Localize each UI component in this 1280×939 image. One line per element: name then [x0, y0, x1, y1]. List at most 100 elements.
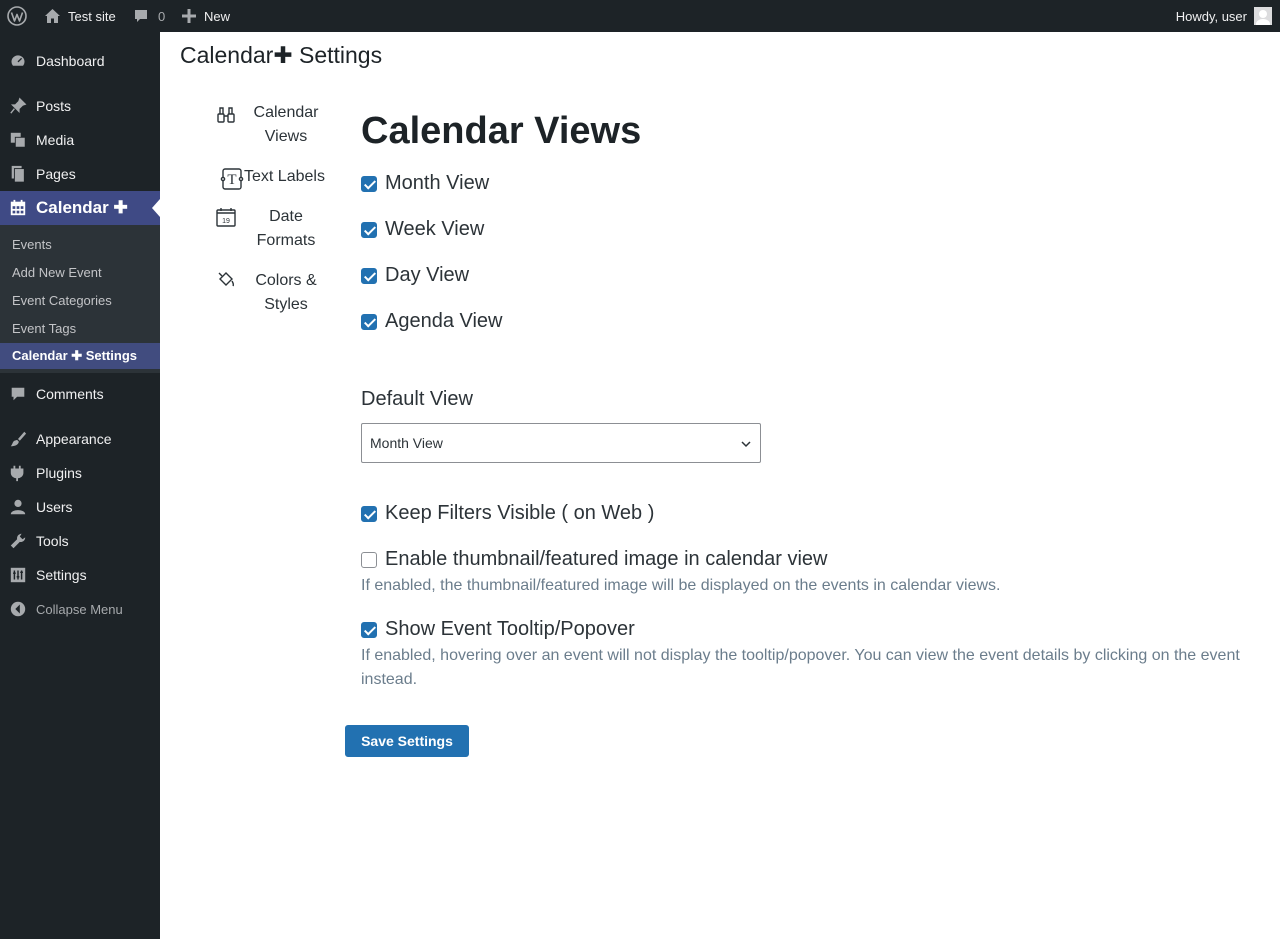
thumbnail-help-text: If enabled, the thumbnail/featured image… [361, 577, 1001, 594]
sidebar-item-label: Plugins [36, 465, 82, 481]
site-name-label: Test site [68, 8, 116, 24]
sidebar-item-appearance[interactable]: Appearance [0, 422, 160, 456]
sidebar-item-plugins[interactable]: Plugins [0, 456, 160, 490]
admin-sidebar: Dashboard Posts Media Pages Calendar ✚ E… [0, 32, 160, 939]
tooltip-option[interactable]: Show Event Tooltip/Popover [361, 618, 635, 641]
tooltip-checkbox[interactable] [361, 621, 377, 638]
calendar-icon [10, 199, 26, 216]
sidebar-item-label: Media [36, 132, 75, 148]
dashboard-icon [10, 54, 26, 68]
svg-text:T: T [227, 172, 236, 188]
option-label: Month View [385, 172, 490, 194]
sidebar-item-label: Pages [36, 166, 76, 182]
new-content-link[interactable]: New [182, 0, 230, 32]
save-settings-button[interactable]: Save Settings [345, 725, 469, 757]
keep-filters-option[interactable]: Keep Filters Visible ( on Web ) [361, 502, 654, 525]
paint-bucket-icon [218, 272, 235, 287]
sidebar-item-users[interactable]: Users [0, 490, 160, 524]
comment-icon [135, 10, 147, 22]
option-label: Show Event Tooltip/Popover [385, 618, 635, 640]
thumbnail-option[interactable]: Enable thumbnail/featured image in calen… [361, 548, 828, 571]
site-name-link[interactable]: Test site [44, 0, 116, 32]
sidebar-item-label: Posts [36, 98, 72, 114]
option-label: Enable thumbnail/featured image in calen… [385, 548, 828, 570]
date-calendar-icon: 19 [216, 208, 236, 227]
sidebar-item-posts[interactable]: Posts [0, 89, 160, 123]
sidebar-item-pages[interactable]: Pages [0, 157, 160, 191]
agenda-view-option[interactable]: Agenda View [361, 310, 503, 333]
plus-icon [182, 9, 196, 23]
admin-bar: Test site 0 New Howdy, user [0, 0, 1280, 32]
comment-icon [11, 387, 25, 401]
howdy-label: Howdy, user [1175, 8, 1247, 24]
new-label: New [204, 8, 231, 24]
media-icon [10, 132, 26, 148]
default-view-select[interactable]: Month View [361, 423, 761, 463]
pin-icon [10, 97, 27, 114]
wordpress-logo-icon[interactable] [7, 0, 27, 32]
week-view-checkbox[interactable] [361, 221, 377, 238]
avatar [1254, 7, 1272, 25]
tab-text-labels[interactable]: T Text Labels [220, 165, 325, 191]
page-title: Calendar✚ Settings [180, 42, 383, 68]
tab-label: Text Labels [244, 168, 325, 185]
text-labels-icon: T [220, 168, 244, 190]
account-menu[interactable]: Howdy, user [1176, 0, 1272, 32]
settings-icon [10, 567, 26, 583]
thumbnail-checkbox[interactable] [361, 551, 377, 568]
submenu-item-event-tags[interactable]: Event Tags [12, 321, 76, 336]
wrench-icon [10, 533, 26, 549]
tab-colors-styles[interactable]: Colors & Styles [216, 269, 332, 317]
month-view-checkbox[interactable] [361, 175, 377, 192]
sidebar-item-label: Tools [36, 533, 69, 549]
current-menu-arrow [152, 199, 160, 217]
tab-calendar-views[interactable]: Calendar Views [216, 101, 332, 149]
tab-label: Date Formats [256, 208, 316, 249]
binoculars-icon [217, 107, 235, 123]
sidebar-item-label: Calendar ✚ [36, 198, 128, 217]
option-label: Keep Filters Visible ( on Web ) [385, 502, 655, 524]
agenda-view-checkbox[interactable] [361, 313, 377, 330]
plugin-icon [10, 465, 24, 482]
option-label: Week View [385, 218, 485, 240]
sidebar-item-tools[interactable]: Tools [0, 524, 160, 558]
paintbrush-icon [10, 431, 27, 447]
sidebar-item-label: Collapse Menu [36, 601, 123, 617]
tab-label: Calendar Views [253, 104, 319, 145]
default-view-label: Default View [361, 388, 473, 410]
sidebar-item-label: Dashboard [36, 53, 105, 69]
comments-link[interactable]: 0 [133, 0, 165, 32]
sidebar-item-comments[interactable]: Comments [0, 377, 160, 411]
svg-text:19: 19 [222, 218, 230, 225]
week-view-option[interactable]: Week View [361, 218, 484, 241]
option-label: Day View [385, 264, 470, 286]
comments-count: 0 [158, 8, 166, 24]
tab-date-formats[interactable]: 19 Date Formats [216, 205, 332, 253]
collapse-menu-button[interactable]: Collapse Menu [0, 592, 160, 626]
collapse-icon [10, 601, 26, 617]
sidebar-item-label: Appearance [36, 431, 112, 447]
sidebar-item-label: Settings [36, 567, 87, 583]
default-view-value: Month View [370, 435, 443, 451]
submenu-item-add-new-event[interactable]: Add New Event [12, 265, 102, 280]
sidebar-item-dashboard[interactable]: Dashboard [0, 44, 160, 78]
month-view-option[interactable]: Month View [361, 172, 489, 195]
user-icon [10, 499, 26, 515]
option-label: Agenda View [385, 310, 503, 332]
submenu-item-calendar-settings[interactable]: Calendar ✚ Settings [0, 343, 160, 369]
sidebar-item-settings[interactable]: Settings [0, 558, 160, 592]
sidebar-item-calendar[interactable]: Calendar ✚ [0, 191, 160, 225]
submenu-item-event-categories[interactable]: Event Categories [12, 293, 112, 308]
sidebar-item-label: Users [36, 499, 73, 515]
section-title: Calendar Views [361, 110, 642, 152]
chevron-down-icon [741, 441, 751, 448]
sidebar-item-media[interactable]: Media [0, 123, 160, 157]
day-view-checkbox[interactable] [361, 267, 377, 284]
keep-filters-checkbox[interactable] [361, 505, 377, 522]
calendar-submenu: Events Add New Event Event Categories Ev… [0, 225, 160, 373]
home-icon [45, 9, 60, 23]
day-view-option[interactable]: Day View [361, 264, 469, 287]
tab-label: Colors & Styles [255, 272, 317, 313]
submenu-item-events[interactable]: Events [12, 237, 52, 252]
tooltip-help-text: If enabled, hovering over an event will … [361, 647, 1240, 688]
